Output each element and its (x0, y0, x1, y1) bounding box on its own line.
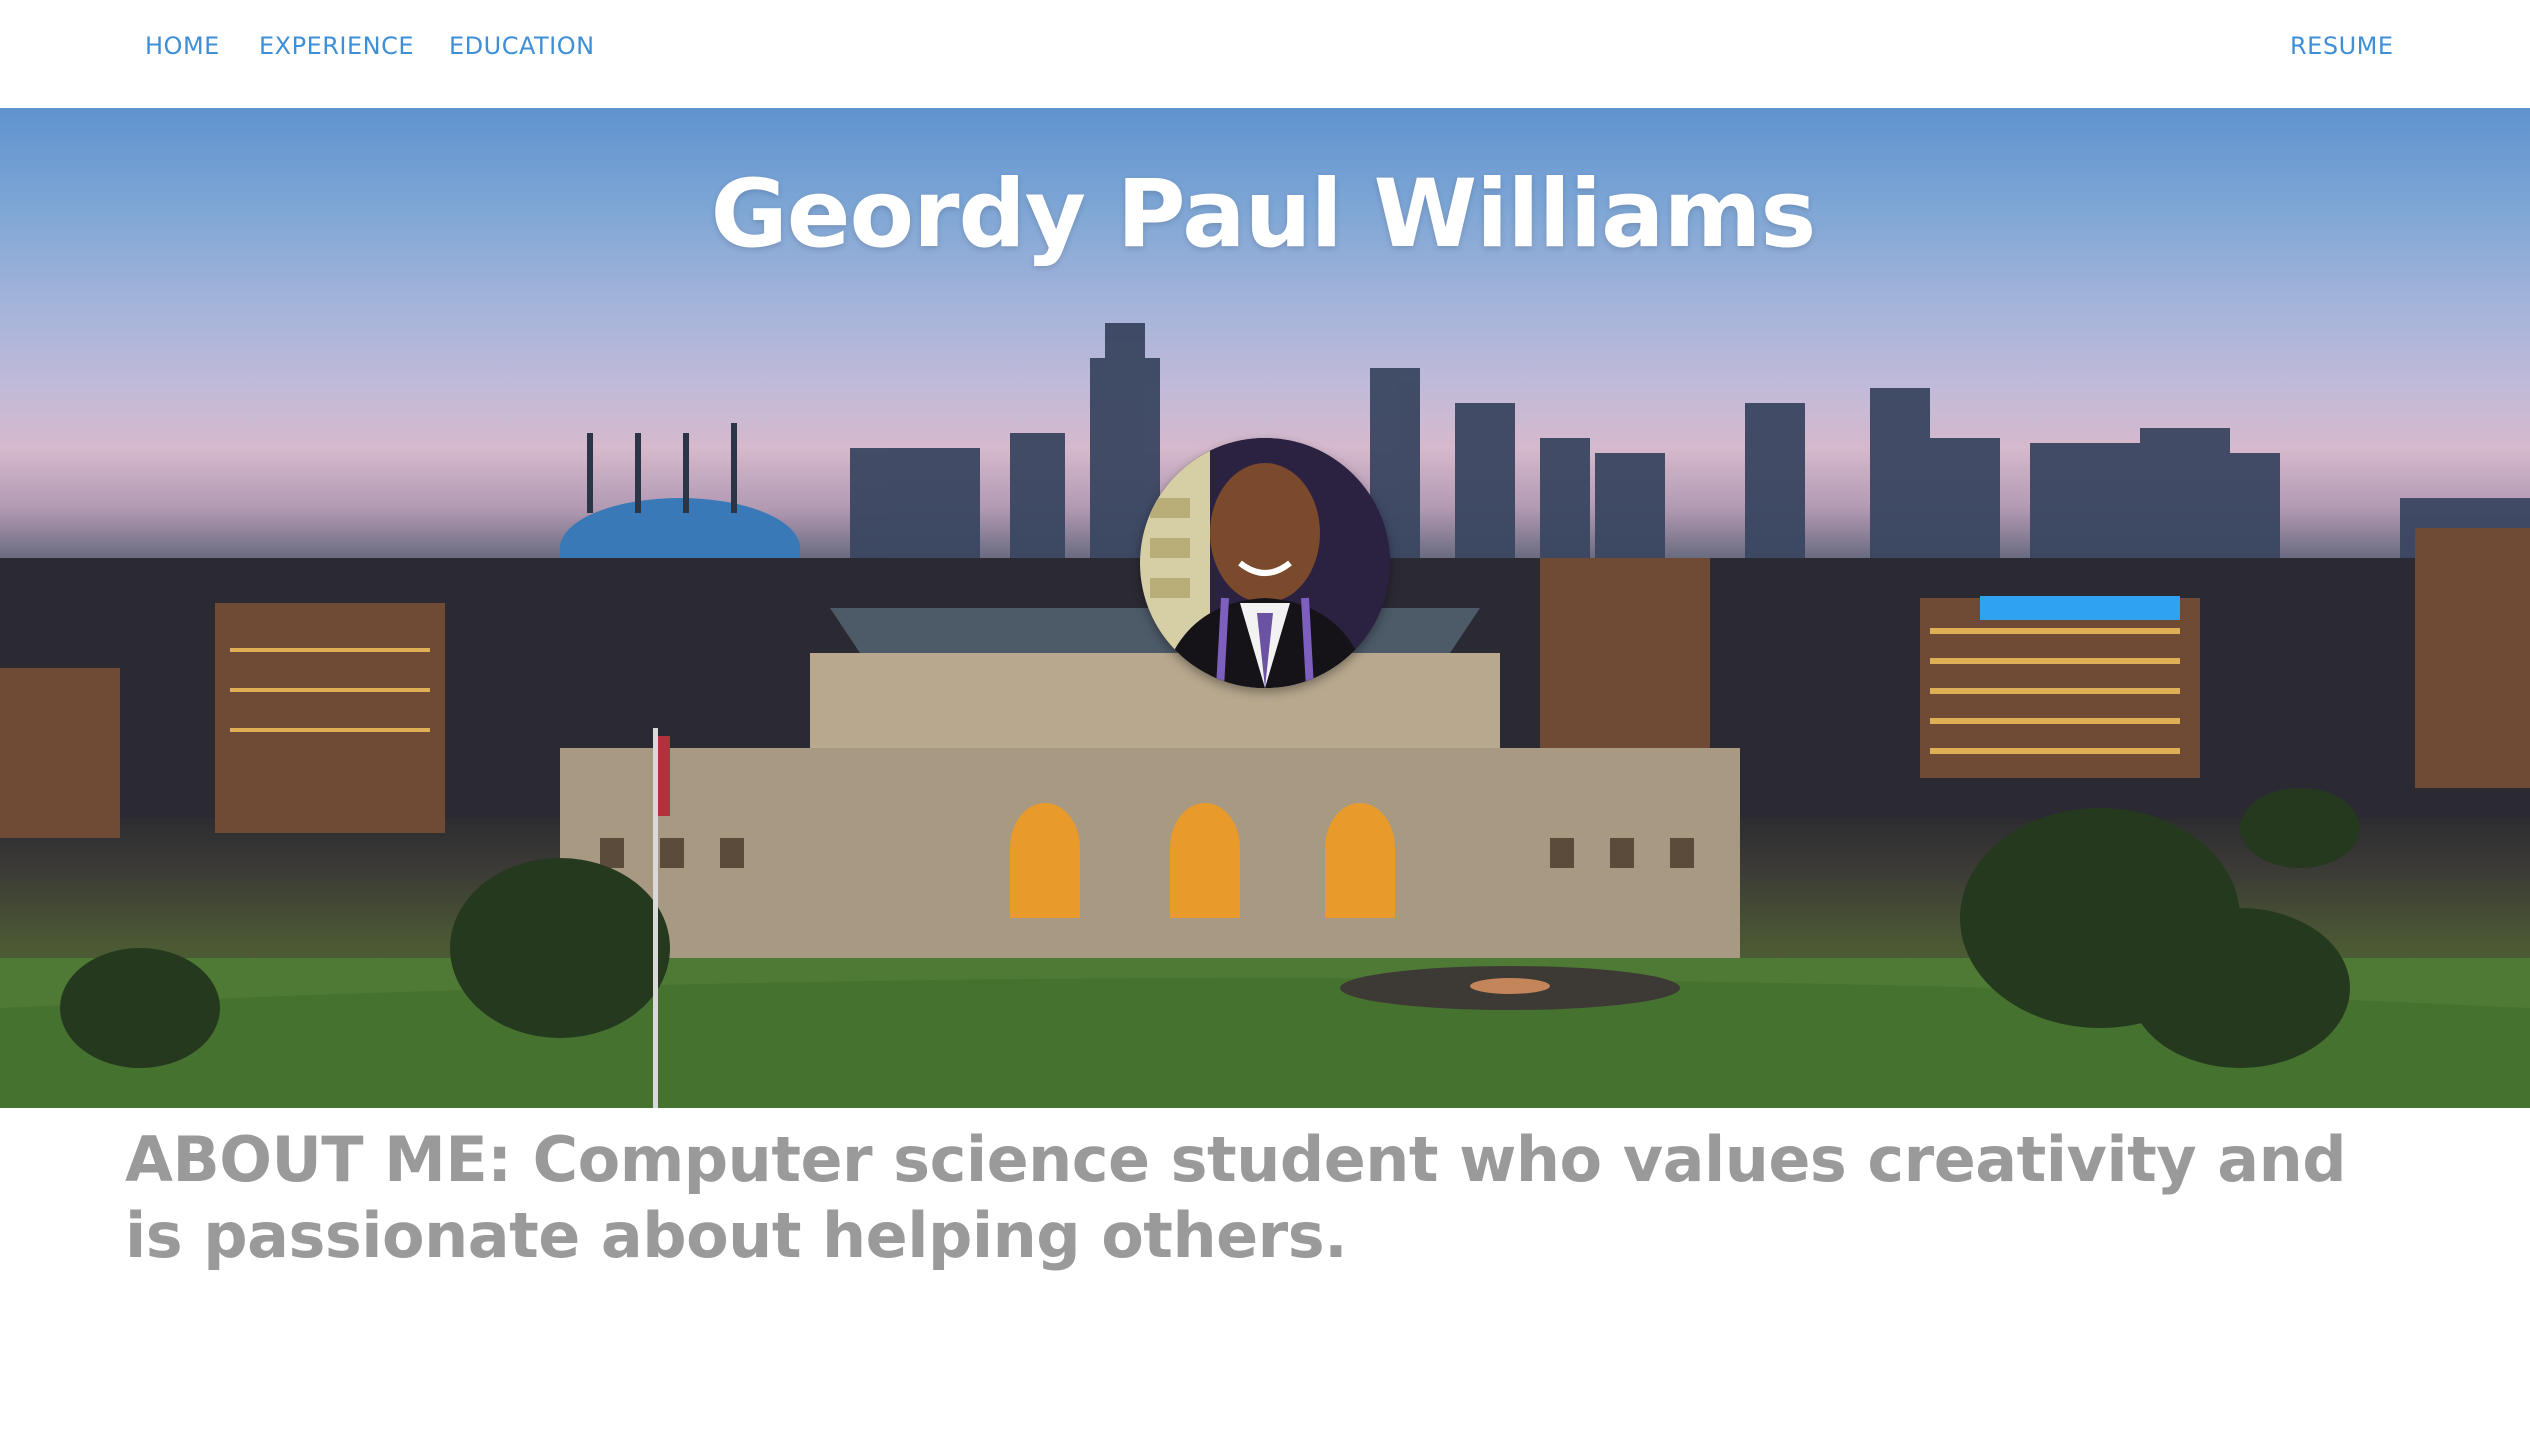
nav-home-link[interactable]: HOME (145, 30, 220, 62)
page-title: Geordy Paul Williams (710, 160, 1817, 269)
top-nav: HOME EXPERIENCE EDUCATION RESUME (0, 0, 2530, 108)
avatar (1140, 438, 1390, 688)
hero-banner: Geordy Paul Williams (0, 108, 2530, 1108)
nav-education-link[interactable]: EDUCATION (449, 30, 595, 62)
profile-photo (1140, 438, 1390, 688)
nav-resume-link[interactable]: RESUME (2290, 30, 2394, 62)
about-me-text: ABOUT ME: Computer science student who v… (125, 1123, 2347, 1272)
nav-experience-link[interactable]: EXPERIENCE (259, 30, 414, 62)
